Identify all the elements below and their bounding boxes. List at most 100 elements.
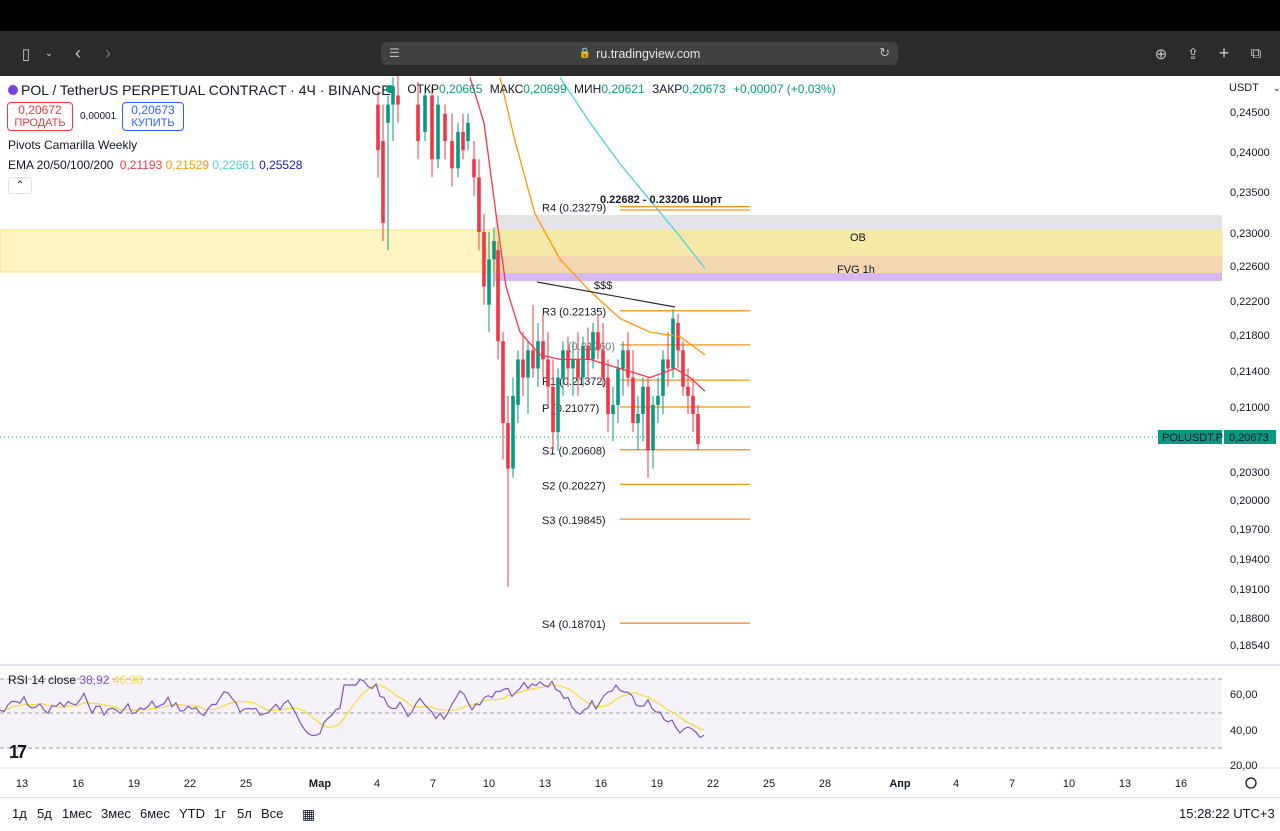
candle-body (681, 350, 685, 387)
candle-body (631, 377, 635, 424)
rsi-axis-label: 20,00 (1230, 760, 1258, 772)
candle-body (686, 386, 690, 396)
symbol-title[interactable]: POL / TetherUS PERPETUAL CONTRACT · 4Ч ·… (8, 82, 391, 98)
timeframe-all[interactable]: Все (261, 806, 283, 821)
candle-body (482, 232, 486, 287)
sidebar-icon[interactable]: ▯ (14, 31, 38, 76)
new-tab-icon[interactable]: + (1213, 31, 1235, 76)
price-axis-label: 0,23000 (1230, 228, 1270, 240)
rsi-axis-label: 40,00 (1230, 725, 1258, 737)
candle-body (656, 395, 660, 405)
time-axis-label: 10 (1063, 778, 1075, 790)
time-axis-label: 19 (128, 778, 140, 790)
candle-body (671, 318, 675, 369)
candle-body (496, 250, 500, 342)
candle-body (541, 341, 545, 360)
time-axis-label: 7 (1009, 778, 1015, 790)
clock[interactable]: 15:28:22 UTC+3 (1179, 806, 1275, 821)
candle-body (576, 359, 580, 378)
price-axis-label: 0,23500 (1230, 187, 1270, 199)
ema-indicator-legend[interactable]: EMA 20/50/100/200 0,21193 0,21529 0,2266… (8, 158, 302, 172)
price-axis-label: 0,19400 (1230, 554, 1270, 566)
candle-body (511, 395, 515, 469)
price-axis-label: 0,24000 (1230, 147, 1270, 159)
candle-body (696, 414, 700, 445)
price-axis-label: 0,18540 (1230, 640, 1270, 652)
timeframe-5y[interactable]: 5л (237, 806, 252, 821)
candle-body (636, 414, 640, 424)
price-axis-label: 0,24500 (1230, 107, 1270, 119)
candle-body (646, 386, 650, 451)
candle-body (386, 104, 390, 123)
candle-body (526, 350, 530, 378)
ob-label: OB (850, 232, 866, 244)
candle-body (626, 350, 630, 378)
time-axis-label: 13 (539, 778, 551, 790)
tabs-overview-icon[interactable]: ⧉ (1245, 31, 1267, 76)
timeframe-5d[interactable]: 5д (37, 806, 52, 821)
pivot-label: S3 (0.19845) (542, 515, 606, 527)
candle-body (531, 350, 535, 369)
price-axis-label: 0,19100 (1230, 584, 1270, 596)
timeframe-1y[interactable]: 1г (214, 806, 226, 821)
settings-gear-icon (1245, 777, 1257, 789)
candle-body (571, 359, 575, 369)
lock-icon: 🔒 (578, 48, 592, 59)
back-icon[interactable]: ‹ (68, 31, 88, 76)
rsi-legend[interactable]: RSI 14 close 38,92 46,98 (8, 673, 143, 687)
price-axis-label: 0,20300 (1230, 467, 1270, 479)
candle-body (487, 259, 491, 305)
ohlc-legend: ОТКР0,20665 МАКС0,20699 МИН0,20621 ЗАКР0… (386, 82, 836, 96)
pivots-indicator-label[interactable]: Pivots Camarilla Weekly (8, 138, 137, 152)
page-menu-icon[interactable]: ☰ (389, 46, 400, 60)
candle-body (430, 95, 434, 160)
currency-select[interactable]: USDT ⌄ (1229, 82, 1280, 94)
candle-body (651, 404, 655, 451)
candle-body (616, 368, 620, 405)
pivot-label: S4 (0.18701) (542, 619, 606, 631)
chevron-down-icon[interactable]: ⌄ (42, 31, 56, 76)
timeframe-1m[interactable]: 1мес (62, 806, 92, 821)
candle-body (506, 423, 510, 469)
price-axis-label: 0,22200 (1230, 296, 1270, 308)
candle-body (381, 141, 385, 223)
buy-button[interactable]: 0,20673 КУПИТЬ (122, 102, 184, 131)
address-bar[interactable]: ☰ 🔒 ru.tradingview.com ↻ (381, 42, 898, 65)
symbol-logo-icon (8, 85, 18, 95)
collapse-legend-icon[interactable]: ⌃ (8, 177, 32, 194)
time-axis-label: Апр (889, 778, 911, 790)
price-axis-label: 0,19700 (1230, 524, 1270, 536)
time-axis-label: 10 (483, 778, 495, 790)
time-axis-label: 4 (374, 778, 380, 790)
pivot-label: R1 (0.21372) (542, 376, 606, 388)
candle-body (456, 131, 460, 169)
timeframe-6m[interactable]: 6мес (140, 806, 170, 821)
candle-body (477, 177, 481, 232)
time-axis-label: 28 (819, 778, 831, 790)
time-axis-label: 25 (240, 778, 252, 790)
last-price-symbol: POLUSDT.P (1162, 432, 1223, 444)
calendar-icon[interactable]: ▦ (302, 806, 315, 823)
candle-body (641, 386, 645, 414)
reload-icon[interactable]: ↻ (879, 45, 890, 61)
price-axis-label: 0,18800 (1230, 613, 1270, 625)
time-axis-label: 25 (763, 778, 775, 790)
share-icon[interactable]: ⇪ (1182, 31, 1204, 76)
short-zone-top (495, 215, 1222, 230)
market-status-icon (386, 85, 394, 93)
time-axis-label: 16 (1175, 778, 1187, 790)
timeframe-3m[interactable]: 3мес (101, 806, 131, 821)
candle-body (691, 395, 695, 414)
timeframe-ytd[interactable]: YTD (179, 806, 205, 821)
forward-icon[interactable]: › (98, 31, 118, 76)
timeframe-1d[interactable]: 1д (12, 806, 27, 821)
chart-canvas[interactable]: R4 (0.23279) R3 (0.22135) R1 (0.21372) P (0… (0, 76, 1280, 797)
price-axis-label: 0,20000 (1230, 495, 1270, 507)
price-axis-label: 0,21400 (1230, 366, 1270, 378)
last-price-value: 0,20673 (1229, 432, 1269, 444)
time-axis-label: 13 (16, 778, 28, 790)
time-axis-label: 19 (651, 778, 663, 790)
candle-body (376, 104, 380, 151)
download-icon[interactable]: ⊕ (1150, 31, 1172, 76)
sell-button[interactable]: 0,20672 ПРОДАТЬ (7, 102, 73, 131)
